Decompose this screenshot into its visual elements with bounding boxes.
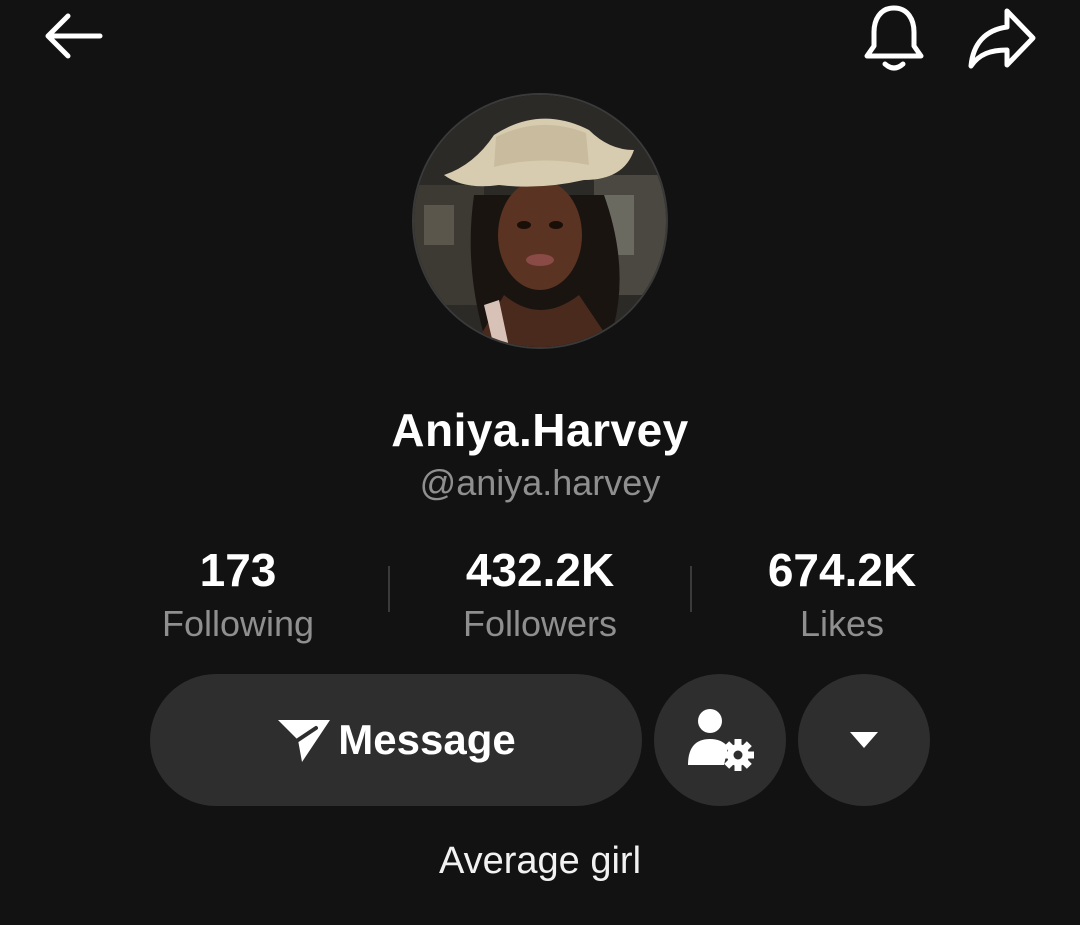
share-arrow-icon xyxy=(968,8,1036,69)
avatar-photo xyxy=(414,95,666,347)
profile-bio: Average girl xyxy=(438,840,642,882)
username-handle: @aniya.harvey xyxy=(419,462,661,503)
arrow-left-icon xyxy=(45,13,103,59)
following-label: Following xyxy=(161,603,315,644)
share-button[interactable] xyxy=(960,2,1044,74)
display-name: Aniya.Harvey xyxy=(391,404,689,456)
stat-likes[interactable]: 674.2K Likes xyxy=(692,542,992,650)
following-count: 173 xyxy=(199,544,277,596)
more-options-button[interactable] xyxy=(798,674,930,806)
back-button[interactable] xyxy=(30,4,114,68)
bell-icon xyxy=(864,5,924,71)
likes-count: 674.2K xyxy=(767,544,917,596)
profile-page: Aniya.Harvey @aniya.harvey 173 Following… xyxy=(0,0,1080,925)
notifications-button[interactable] xyxy=(852,0,936,76)
followers-label: Followers xyxy=(462,603,618,644)
likes-label: Likes xyxy=(799,603,885,644)
avatar[interactable] xyxy=(414,95,666,347)
person-gear-icon xyxy=(688,709,754,771)
message-button[interactable]: Message xyxy=(150,674,642,806)
message-label: Message xyxy=(338,716,516,763)
send-arrow-icon xyxy=(278,720,331,762)
stat-following[interactable]: 173 Following xyxy=(88,542,388,650)
friend-settings-button[interactable] xyxy=(654,674,786,806)
stat-followers[interactable]: 432.2K Followers xyxy=(390,542,690,650)
caret-down-icon xyxy=(850,732,878,748)
followers-count: 432.2K xyxy=(465,544,615,596)
